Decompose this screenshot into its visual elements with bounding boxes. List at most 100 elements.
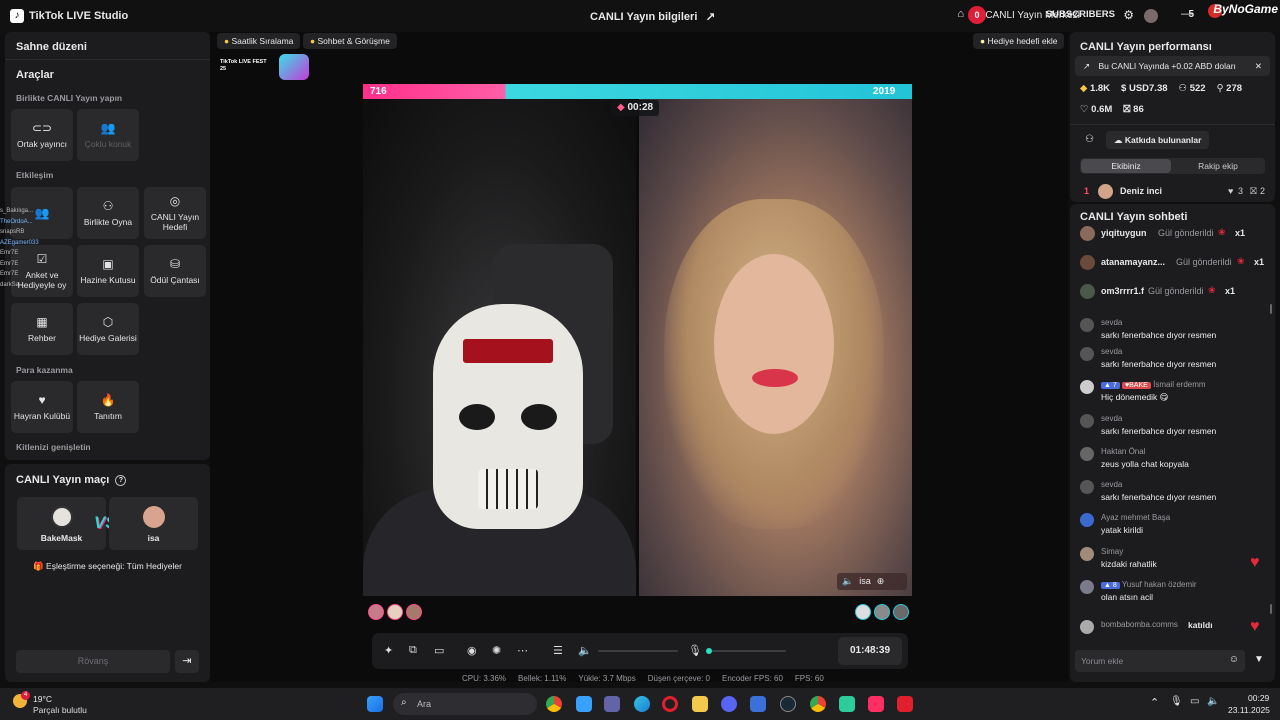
- add-icon[interactable]: ⊕: [877, 573, 885, 590]
- group-grow: Kitlenizi genişletin: [16, 442, 91, 452]
- gifts-metric: ⛝ 86: [1123, 104, 1143, 115]
- tab-rival-team[interactable]: Rakip ekip: [1173, 159, 1263, 173]
- steam-icon[interactable]: [780, 696, 796, 712]
- chat-user: sevda: [1101, 414, 1123, 423]
- chat-user: İsmail erdemm: [1153, 380, 1206, 389]
- mute-icon[interactable]: 🔈: [842, 573, 853, 590]
- mic-tray-icon[interactable]: 🎙: [1170, 696, 1183, 707]
- play-together-label: Birlikte Oyna: [83, 217, 133, 227]
- gift-goal-chip[interactable]: ● Hediye hedefi ekle: [973, 33, 1065, 49]
- users-icon: 👥: [100, 121, 116, 135]
- fan-club-tile[interactable]: ♥ Hayran Kulübü: [11, 381, 73, 433]
- promote-tile[interactable]: 🔥 Tanıtım: [77, 381, 139, 433]
- rose-icon: ❀: [1218, 227, 1226, 237]
- discord-icon[interactable]: [721, 696, 737, 712]
- mask-eye: [459, 404, 495, 430]
- tiktok-taskbar-icon[interactable]: [868, 696, 884, 712]
- cohost-tile[interactable]: ⊂⊃ Ortak yayıncı: [11, 109, 73, 161]
- player2-card[interactable]: isa: [109, 497, 198, 550]
- play-together-tile[interactable]: ⚇ Birlikte Oyna: [77, 187, 139, 239]
- tab-my-team[interactable]: Ekibiniz: [1081, 159, 1171, 173]
- edge-icon[interactable]: [634, 696, 650, 712]
- match-title-text: CANLI Yayın maçı: [16, 474, 110, 486]
- weather-desc[interactable]: Parçalı bulutlu: [33, 705, 87, 715]
- mask-eye: [521, 404, 557, 430]
- microphone-icon[interactable]: 🎙: [688, 644, 702, 657]
- player1-card[interactable]: BakeMask: [17, 497, 106, 550]
- emoji-icon[interactable]: ☺: [1229, 654, 1239, 665]
- opera-icon[interactable]: [662, 696, 678, 712]
- windows-start-icon[interactable]: [367, 696, 383, 712]
- scene-layout-title[interactable]: Sahne düzeni: [16, 41, 87, 53]
- volume-tray-icon[interactable]: 🔈: [1207, 696, 1219, 707]
- right-host-tag[interactable]: 🔈 isa ⊕: [837, 573, 907, 590]
- magic-wand-icon[interactable]: ✦: [384, 644, 393, 657]
- treasure-box-tile[interactable]: ▣ Hazine Kutusu: [77, 245, 139, 297]
- overlay-name: TheOrdoA...: [0, 218, 33, 225]
- chat-scrollbar[interactable]: [1270, 604, 1272, 614]
- search-box[interactable]: ⌕ Ara: [393, 693, 537, 715]
- rematch-button[interactable]: Rövanş: [16, 650, 170, 673]
- speaker-volume-slider[interactable]: [598, 650, 678, 652]
- supporter-avatar[interactable]: [368, 604, 384, 620]
- app-green-icon[interactable]: [839, 696, 855, 712]
- chat-chip[interactable]: ● Sohbet & Görüşme: [303, 33, 397, 49]
- supporter-avatar[interactable]: [874, 604, 890, 620]
- match-score-bar: [363, 84, 912, 99]
- chat-input[interactable]: Yorum ekle ☺: [1075, 650, 1245, 672]
- gift-gallery-tile[interactable]: ⬡ Hediye Galerisi: [77, 303, 139, 355]
- share-icon[interactable]: ↗: [705, 10, 715, 24]
- clock-date[interactable]: 23.11.2025: [1228, 705, 1270, 715]
- chat-scrollbar[interactable]: [1270, 304, 1272, 314]
- guide-tile[interactable]: ▦ Rehber: [11, 303, 73, 355]
- notification-icon[interactable]: ⌂: [957, 8, 964, 20]
- filter-icon[interactable]: ▼: [1254, 654, 1264, 665]
- metrics-row-2: ♡ 0.6M ⛝ 86: [1080, 104, 1144, 115]
- screen-icon[interactable]: ▭: [434, 644, 444, 657]
- avatar[interactable]: [1144, 9, 1158, 23]
- supporter-avatar[interactable]: [387, 604, 403, 620]
- speaker-icon[interactable]: 🔈: [578, 644, 592, 657]
- mic-level-knob[interactable]: [706, 648, 712, 654]
- live-goal-tile[interactable]: ◎ CANLI Yayın Hedefi: [144, 187, 206, 239]
- supporter-avatar[interactable]: [406, 604, 422, 620]
- overlay-name: darkSa...: [0, 281, 25, 288]
- contributors-button[interactable]: ☁ Katkıda bulunanlar: [1106, 131, 1210, 149]
- avatar: [1080, 226, 1095, 241]
- network-icon[interactable]: ▭: [1190, 696, 1199, 707]
- chevron-up-icon[interactable]: ⌃: [1150, 696, 1159, 709]
- sliders-icon[interactable]: ☰: [553, 644, 563, 657]
- guide-label: Rehber: [28, 333, 56, 343]
- teams-icon[interactable]: [604, 696, 620, 712]
- record-icon[interactable]: ◉: [467, 644, 477, 657]
- help-icon[interactable]: ?: [115, 474, 127, 486]
- settings-icon[interactable]: ⚙: [1123, 8, 1134, 22]
- close-icon[interactable]: ✕: [1255, 56, 1262, 76]
- dropped-stat: Düşen çerçeve: 0: [647, 674, 710, 683]
- photos-icon[interactable]: [576, 696, 592, 712]
- layout-icon[interactable]: ⧉: [409, 644, 417, 657]
- live-info-title[interactable]: CANLI Yayın bilgileri ↗: [590, 10, 715, 24]
- multiguest-tile[interactable]: 👥 Çoklu konuk: [77, 109, 139, 161]
- mic-volume-slider[interactable]: [706, 648, 786, 654]
- gift-action: Gül gönderildi: [1158, 228, 1214, 238]
- reward-bag-tile[interactable]: ⛁ Ödül Çantası: [144, 245, 206, 297]
- clock-time[interactable]: 00:29: [1248, 693, 1269, 703]
- supporter-avatar[interactable]: [855, 604, 871, 620]
- hourly-ranking-chip[interactable]: ● Saatlik Sıralama: [217, 33, 301, 49]
- more-icon[interactable]: ⋯: [517, 644, 528, 657]
- chrome-active-icon[interactable]: [810, 696, 826, 712]
- mail-icon[interactable]: [750, 696, 766, 712]
- chrome-icon[interactable]: [546, 696, 562, 712]
- exit-icon[interactable]: ⇥: [175, 650, 199, 673]
- target-icon: ◎: [169, 194, 181, 208]
- weather-temp[interactable]: 19°C: [33, 694, 52, 704]
- supporter-avatar[interactable]: [893, 604, 909, 620]
- effects-icon[interactable]: ✺: [492, 644, 501, 657]
- contributor-row[interactable]: 1 Deniz inci ♥ 3 ⛝ 2: [1080, 184, 1270, 200]
- explorer-icon[interactable]: [692, 696, 708, 712]
- gifts-value: 86: [1133, 104, 1144, 115]
- youtube-icon[interactable]: [897, 696, 913, 712]
- cohost-label: Ortak yayıncı: [16, 139, 68, 149]
- watermark-text: ByNoGame: [1213, 2, 1278, 16]
